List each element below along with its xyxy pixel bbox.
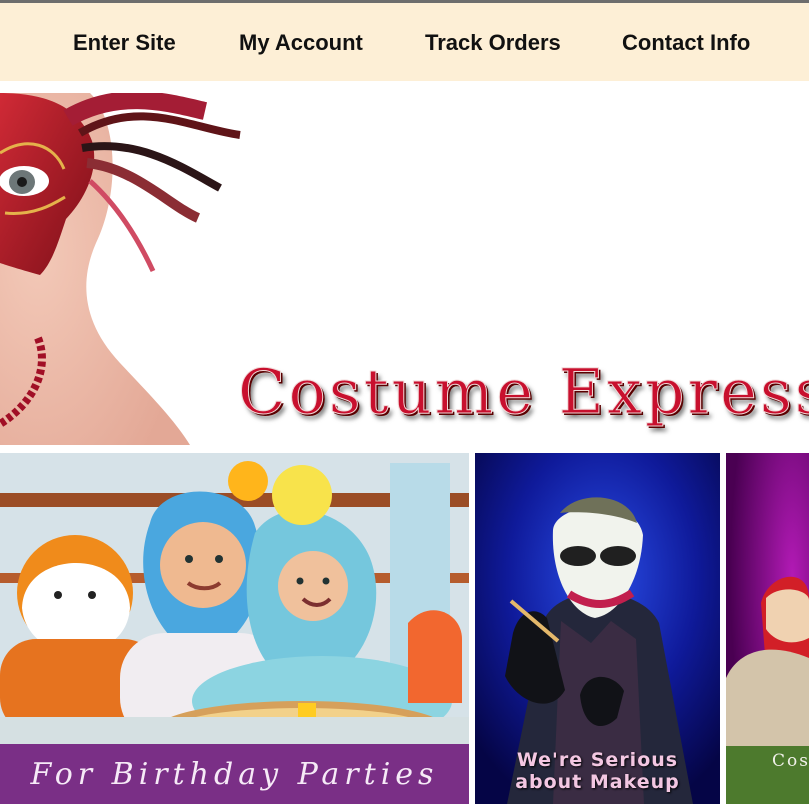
brand-logo-text: Costume Express — [238, 355, 809, 429]
nav-track-orders[interactable]: Track Orders — [425, 3, 561, 81]
makeup-caption-line-1: We're Serious — [516, 749, 679, 771]
nav-my-account[interactable]: My Account — [239, 3, 363, 81]
makeup-caption: We're Serious about Makeup — [475, 749, 720, 793]
costume-promo-tile[interactable]: Cos — [726, 453, 809, 804]
costume-caption: Cos — [772, 751, 809, 771]
nav-contact-info[interactable]: Contact Info — [622, 3, 750, 81]
makeup-promo-tile[interactable]: We're Serious about Makeup — [475, 453, 720, 804]
nav-enter-site[interactable]: Enter Site — [73, 3, 176, 81]
top-nav: Enter Site My Account Track Orders Conta… — [0, 3, 809, 81]
makeup-caption-line-2: about Makeup — [515, 771, 680, 793]
birthday-promo-tile[interactable]: For Birthday Parties — [0, 453, 469, 804]
hero-banner: Costume Express — [0, 93, 809, 445]
birthday-caption-bar: For Birthday Parties — [0, 744, 469, 804]
birthday-caption: For Birthday Parties — [30, 756, 439, 792]
